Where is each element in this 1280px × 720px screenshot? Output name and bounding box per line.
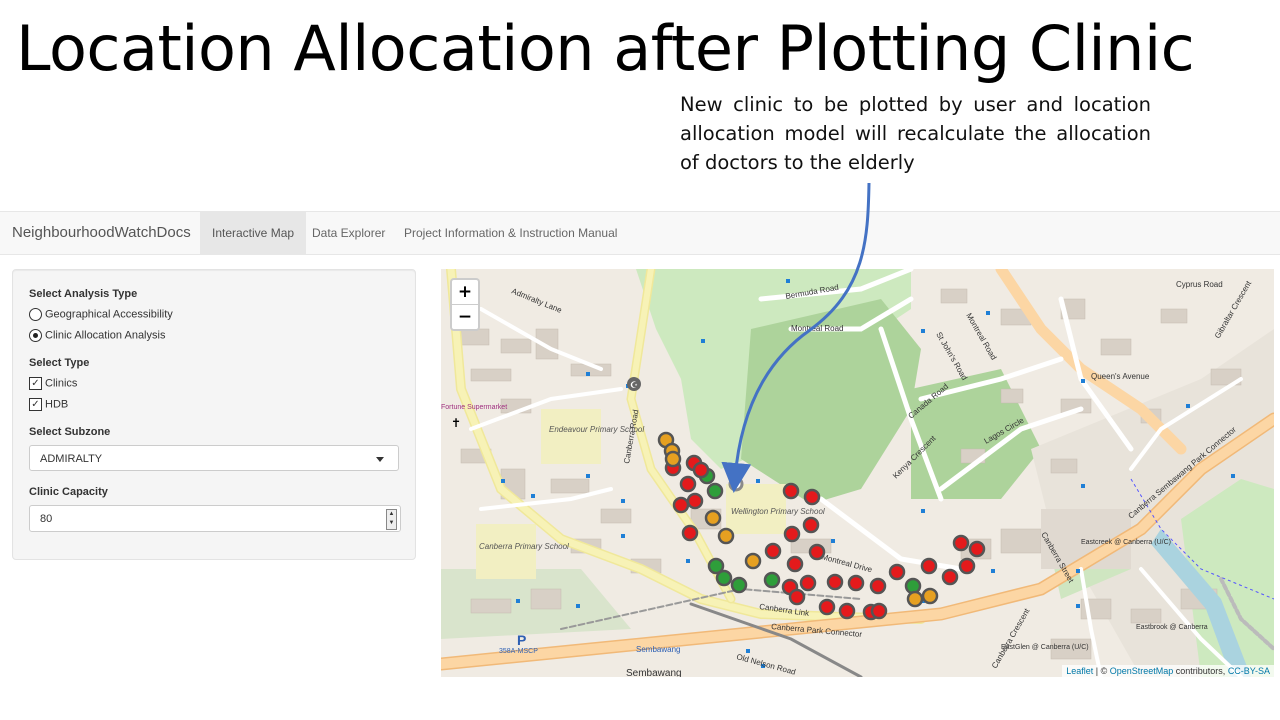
analysis-type-label: Select Analysis Type [29,288,138,300]
red-allocation-marker[interactable] [672,496,690,514]
red-allocation-marker[interactable] [783,525,801,543]
tab-interactive-map[interactable]: Interactive Map [200,212,307,254]
radio-label: Clinic Allocation Analysis [45,329,166,342]
red-allocation-marker[interactable] [818,598,836,616]
checkbox-clinics[interactable]: ✓ Clinics [29,377,77,390]
subzone-label: Select Subzone [29,426,111,438]
radio-icon[interactable] [29,308,42,321]
school-label: Endeavour Primary School [549,425,644,434]
red-allocation-marker[interactable] [764,542,782,560]
red-allocation-marker[interactable] [799,574,817,592]
red-allocation-marker[interactable] [808,543,826,561]
red-allocation-marker[interactable] [803,488,821,506]
place-label: Sembawang [626,668,682,677]
red-allocation-marker[interactable] [869,577,887,595]
red-allocation-marker[interactable] [679,475,697,493]
new-clinic-marker[interactable] [728,476,744,492]
orange-allocation-marker[interactable] [717,527,735,545]
red-allocation-marker[interactable] [968,540,986,558]
orange-allocation-marker[interactable] [664,450,682,468]
orange-allocation-marker[interactable] [921,587,939,605]
green-allocation-marker[interactable] [904,577,922,595]
checkmark-icon[interactable]: ✓ [29,377,42,390]
chevron-down-icon [376,457,384,462]
parking-icon: P [517,632,526,648]
red-allocation-marker[interactable] [686,492,704,510]
red-allocation-marker[interactable] [782,482,800,500]
place-label: Eastcreek @ Canberra (U/C) [1081,539,1171,546]
subzone-select[interactable]: ADMIRALTY [29,445,399,471]
map-tiles: Admiralty Lane Bermuda Road Montreal Roa… [441,269,1274,677]
type-label: Select Type [29,357,90,369]
zoom-out-button[interactable]: − [452,305,478,329]
callout-text: New clinic to be plotted by user and loc… [680,93,1151,174]
street-label: Queen's Avenue [1091,372,1150,381]
capacity-label: Clinic Capacity [29,486,108,498]
zoom-control: + − [450,278,480,331]
capacity-input[interactable]: 80 ▲ ▼ [29,505,401,532]
red-allocation-marker[interactable] [838,602,856,620]
radio-label: Geographical Accessibility [45,308,173,321]
checkbox-hdb[interactable]: ✓ HDB [29,398,68,411]
capacity-value: 80 [40,513,53,525]
red-allocation-marker[interactable] [870,602,888,620]
red-allocation-marker[interactable] [681,524,699,542]
orange-allocation-marker[interactable] [744,552,762,570]
red-allocation-marker[interactable] [847,574,865,592]
green-allocation-marker[interactable] [763,571,781,589]
number-spinner[interactable]: ▲ ▼ [386,509,397,530]
sidebar-panel: Select Analysis Type Geographical Access… [12,269,416,560]
school-area [476,524,536,579]
poi-label: 358A-MSCP [499,648,538,655]
green-allocation-marker[interactable] [706,482,724,500]
red-allocation-marker[interactable] [802,516,820,534]
place-label: Eastbrook @ Canberra [1136,624,1208,631]
checkmark-icon[interactable]: ✓ [29,398,42,411]
station-label: Sembawang [636,645,680,654]
zoom-in-button[interactable]: + [452,280,478,305]
red-allocation-marker[interactable] [692,461,710,479]
tab-project-information[interactable]: Project Information & Instruction Manual [392,212,629,254]
red-allocation-marker[interactable] [958,557,976,575]
map-attribution: Leaflet | © OpenStreetMap contributors, … [1062,665,1274,677]
radio-selected-icon[interactable] [29,329,42,342]
green-allocation-marker[interactable] [730,576,748,594]
street-label: Cyprus Road [1176,280,1223,289]
osm-link[interactable]: OpenStreetMap [1110,666,1174,676]
leaflet-map[interactable]: Admiralty Lane Bermuda Road Montreal Roa… [441,269,1274,677]
place-label: EastGlen @ Canberra (U/C) [1001,644,1089,651]
tab-data-explorer[interactable]: Data Explorer [300,212,397,254]
orange-allocation-marker[interactable] [906,590,924,608]
mosque-icon: ☪ [630,380,638,390]
navbar: NeighbourhoodWatchDocs Interactive Map D… [0,211,1280,255]
slide-title: Location Allocation after Plotting Clini… [16,12,1195,85]
checkbox-label: HDB [45,398,69,411]
red-allocation-marker[interactable] [788,588,806,606]
leaflet-link[interactable]: Leaflet [1066,666,1093,676]
red-allocation-marker[interactable] [826,573,844,591]
orange-allocation-marker[interactable] [704,509,722,527]
radio-geographical-accessibility[interactable]: Geographical Accessibility [29,308,173,321]
poi-label: Fortune Supermarket [441,404,507,411]
red-allocation-marker[interactable] [888,563,906,581]
attrib-text: contributors, [1173,666,1228,676]
church-icon: ✝ [451,416,461,430]
attrib-sep: | © [1093,666,1110,676]
red-allocation-marker[interactable] [952,534,970,552]
green-allocation-marker[interactable] [715,569,733,587]
red-allocation-marker[interactable] [786,555,804,573]
street-label: Montreal Road [791,324,843,333]
red-allocation-marker[interactable] [941,568,959,586]
subzone-value: ADMIRALTY [40,453,103,465]
school-label: Wellington Primary School [731,507,825,516]
checkbox-label: Clinics [45,377,78,390]
brand-title[interactable]: NeighbourhoodWatchDocs [12,212,191,254]
school-label: Canberra Primary School [479,542,569,551]
school-area [541,409,601,464]
radio-clinic-allocation[interactable]: Clinic Allocation Analysis [29,329,165,342]
red-allocation-marker[interactable] [920,557,938,575]
license-link[interactable]: CC-BY-SA [1228,666,1270,676]
